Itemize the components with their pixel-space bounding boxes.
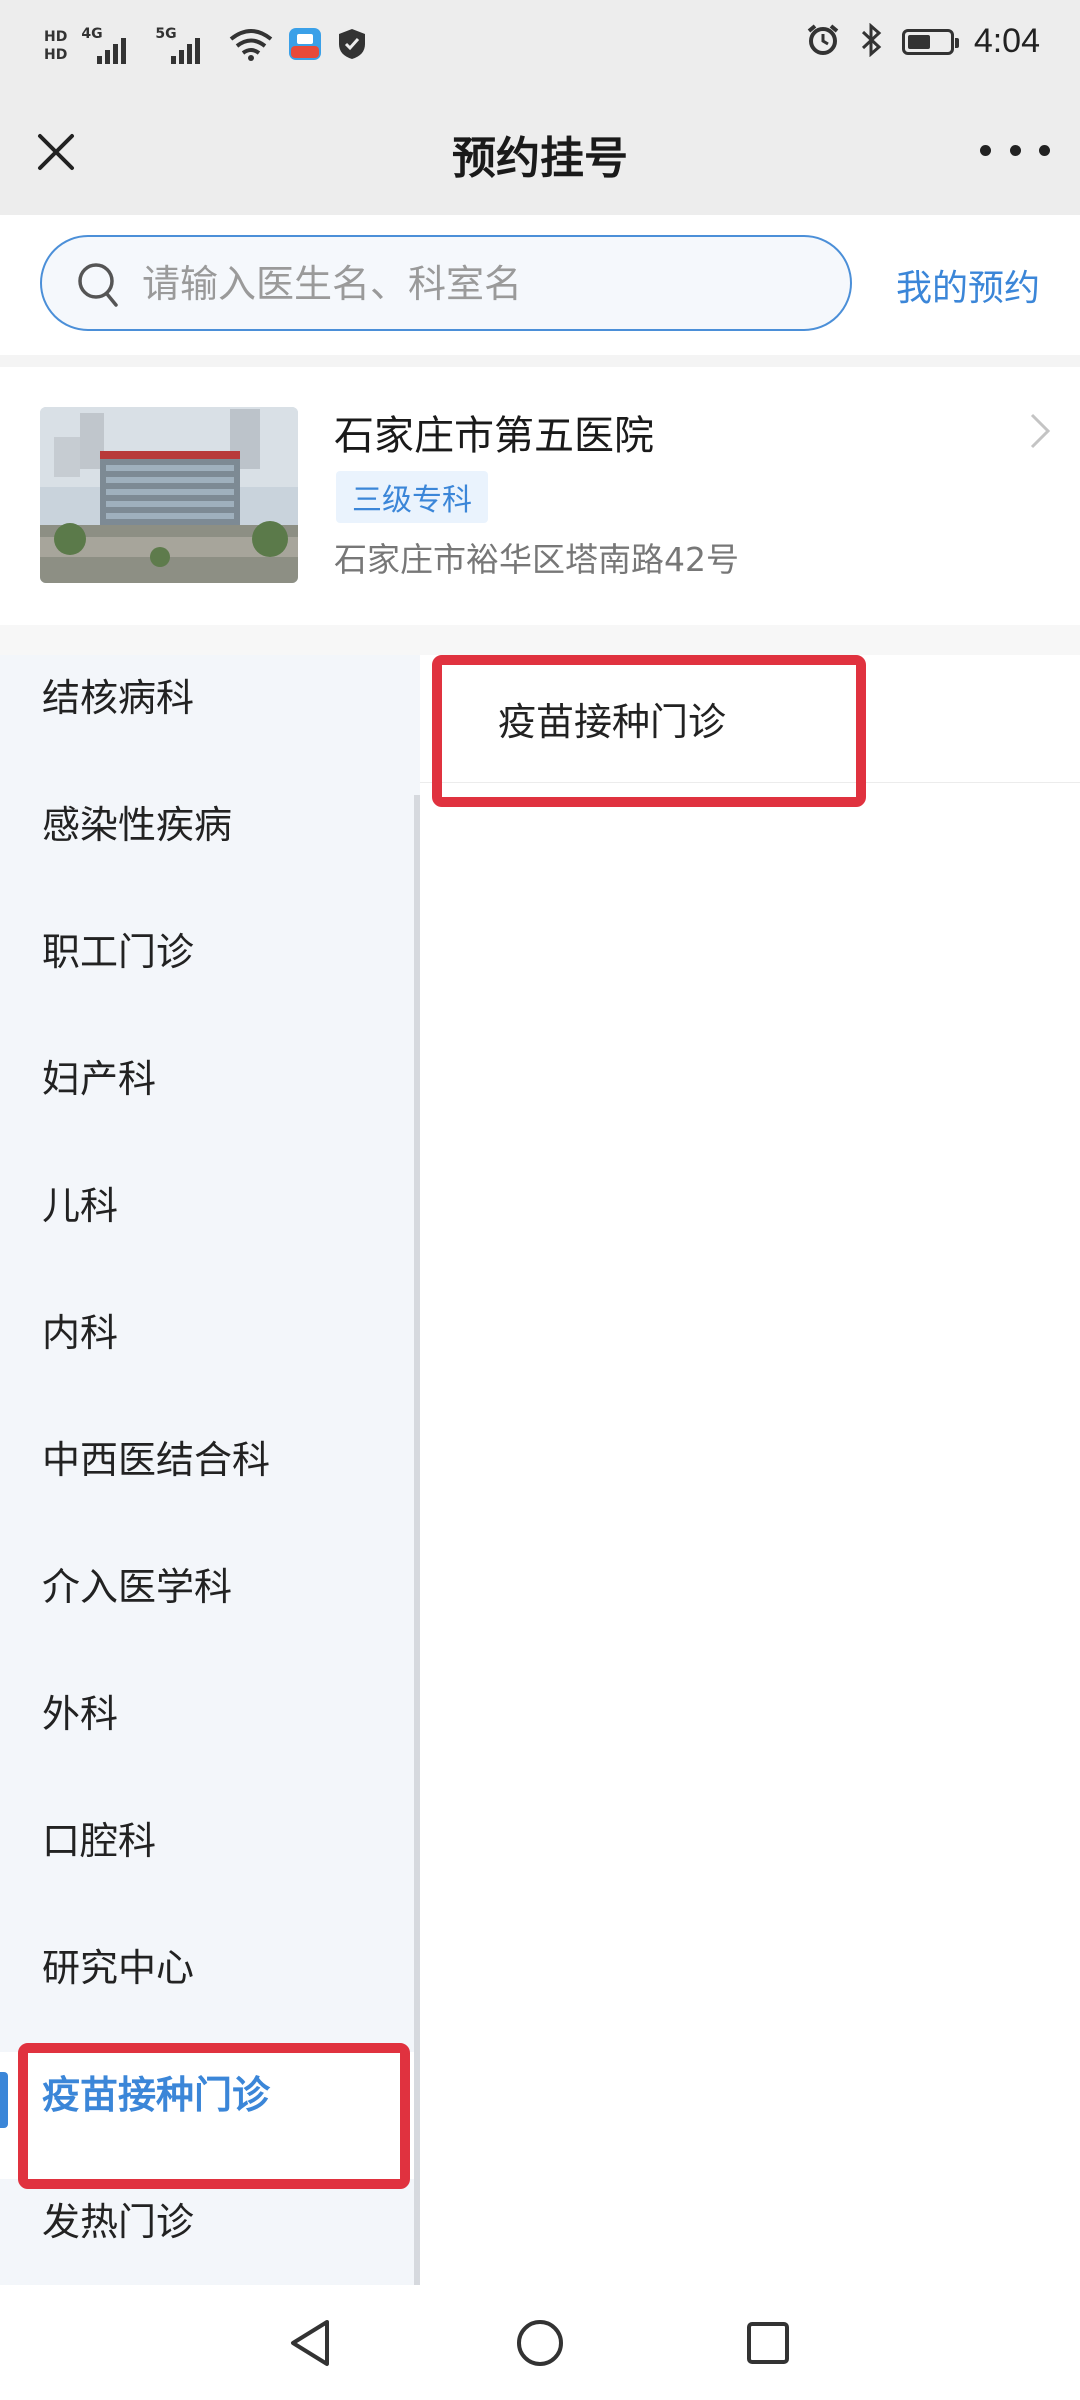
department-item[interactable]: 儿科	[0, 1163, 420, 1290]
recents-button[interactable]	[738, 2313, 798, 2373]
hospital-name: 石家庄市第五医院	[334, 413, 654, 459]
section-divider	[0, 625, 1080, 655]
navigation-bar	[0, 2285, 1080, 2400]
wifi-icon	[229, 27, 273, 65]
bluetooth-icon	[860, 22, 882, 61]
app-icon	[287, 26, 323, 66]
title-bar: 预约挂号	[0, 100, 1080, 215]
signal-icon: 4G	[81, 26, 141, 66]
home-button[interactable]	[510, 2313, 570, 2373]
department-item[interactable]: 内科	[0, 1290, 420, 1417]
battery-level	[907, 34, 930, 49]
status-right: 4:04	[806, 22, 1040, 61]
search-icon	[78, 263, 118, 307]
page-title: 预约挂号	[452, 133, 628, 184]
back-button[interactable]	[280, 2313, 340, 2373]
hd-indicator: HD HD	[44, 28, 67, 64]
hospital-address: 石家庄市裕华区塔南路42号	[334, 540, 739, 579]
department-item[interactable]: 外科	[0, 1671, 420, 1798]
search-bar: 我的预约	[0, 215, 1080, 355]
recents-square-icon	[747, 2322, 789, 2364]
department-item[interactable]: 感染性疾病	[0, 782, 420, 909]
search-input[interactable]	[140, 237, 824, 331]
department-selector: 结核病科 感染性疾病 职工门诊 妇产科 儿科 内科 中西医结合科 介入医学科 外科 口腔科 研究中心…	[0, 655, 1080, 2285]
department-item[interactable]: 疫苗接种门诊	[0, 2052, 420, 2179]
hd-label-1: HD	[44, 29, 68, 45]
status-time: 4:04	[973, 22, 1040, 60]
signal-icon-2: 5G	[155, 26, 215, 66]
more-dot-icon	[980, 144, 991, 156]
department-item[interactable]: 发热门诊	[0, 2179, 420, 2285]
hospital-photo	[40, 407, 298, 583]
battery-icon	[901, 28, 959, 55]
more-button[interactable]	[980, 130, 1050, 170]
my-appointments-link[interactable]: 我的预约	[896, 259, 1040, 311]
department-sidebar[interactable]: 结核病科 感染性疾病 职工门诊 妇产科 儿科 内科 中西医结合科 介入医学科 外科 口腔科 研究中心…	[0, 655, 420, 2285]
back-triangle-icon	[291, 2320, 329, 2366]
department-item[interactable]: 介入医学科	[0, 1544, 420, 1671]
department-item[interactable]: 研究中心	[0, 1925, 420, 2052]
section-divider	[0, 355, 1080, 367]
sub-department-item[interactable]: 疫苗接种门诊	[420, 655, 1080, 783]
status-bar: HD HD 4G 5G 4:04	[0, 0, 1080, 100]
hospital-level-badge: 三级专科	[336, 471, 488, 523]
status-left: HD HD 4G 5G	[44, 26, 367, 66]
department-item[interactable]: 口腔科	[0, 1798, 420, 1925]
hospital-card[interactable]: 石家庄市第五医院 三级专科 石家庄市裕华区塔南路42号	[0, 367, 1080, 625]
hd-label-2: HD	[44, 47, 68, 63]
more-dot-icon	[1009, 144, 1021, 156]
department-item[interactable]: 中西医结合科	[0, 1417, 420, 1544]
search-box[interactable]	[40, 235, 852, 331]
home-circle-icon	[517, 2320, 563, 2366]
chevron-right-icon	[1030, 413, 1051, 449]
alarm-icon	[806, 23, 840, 61]
department-item[interactable]: 职工门诊	[0, 909, 420, 1036]
sub-department-list: 疫苗接种门诊	[420, 655, 1080, 2285]
department-item[interactable]: 结核病科	[0, 655, 420, 782]
department-item[interactable]: 妇产科	[0, 1036, 420, 1163]
shield-icon	[337, 27, 367, 65]
more-dot-icon	[1039, 144, 1050, 156]
